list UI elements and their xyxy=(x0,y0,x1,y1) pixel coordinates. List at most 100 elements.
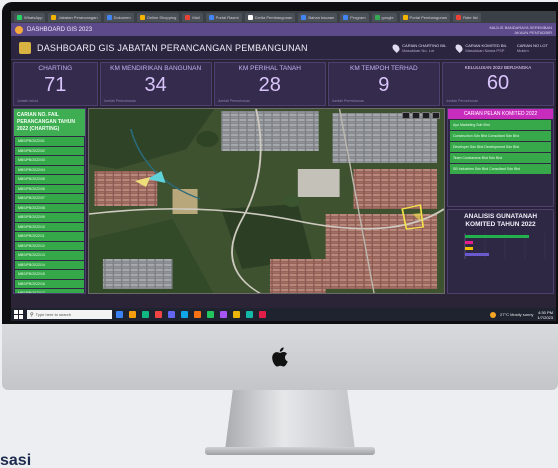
charting-file-label: MBS/PB/2022/04 xyxy=(18,167,45,172)
satellite-map[interactable] xyxy=(88,108,445,294)
fullscreen-icon[interactable] xyxy=(432,112,440,119)
charting-file-row[interactable]: MBS/PB/2022/09 xyxy=(15,213,84,222)
apple-logo-icon xyxy=(272,347,288,367)
komited-list-item[interactable]: Team Contractors Bhd Sdn Bhd xyxy=(450,153,551,163)
charting-file-label: MBS/PB/2022/12 xyxy=(18,243,45,248)
chart-bar[interactable] xyxy=(465,247,473,250)
komited-list-item[interactable]: Construction Sdn Bhd Consultant Sdn Bhd xyxy=(450,131,551,141)
windows-start-icon[interactable] xyxy=(14,310,23,319)
kpi-foot: Jumlah rekod xyxy=(17,99,39,103)
zoom-in-icon[interactable] xyxy=(402,112,410,119)
clock[interactable]: 4:30 PM 1/7/2023 xyxy=(537,310,553,320)
dashboard-title: DASHBOARD GIS JABATAN PERANCANGAN PEMBAN… xyxy=(37,42,308,53)
kpi-label: KM MENDIRIKAN BANGUNAN xyxy=(110,65,202,72)
taskbar-app-icon[interactable] xyxy=(168,311,175,318)
charting-file-row[interactable]: MBS/PB/2022/16 xyxy=(15,279,84,288)
kpi-value: 34 xyxy=(144,74,167,96)
charting-file-row[interactable]: MBS/PB/2022/13 xyxy=(15,251,84,260)
charting-file-row[interactable]: MBS/PB/2022/01 xyxy=(15,137,84,146)
search-icon: ⚲ xyxy=(30,311,34,318)
browser-tab[interactable]: Jabatan Perancangan xyxy=(48,12,101,22)
chart-bar[interactable] xyxy=(465,235,529,238)
browser-tab[interactable]: Program xyxy=(340,12,369,22)
weather-icon[interactable] xyxy=(490,311,497,318)
charting-file-row[interactable]: MBS/PB/2022/11 xyxy=(15,232,84,241)
location-pin-icon xyxy=(454,42,465,53)
page-caption: sasi xyxy=(0,452,32,468)
filter-komited[interactable]: CARIAN KOMITED BIL Masukkan Nama PSP xyxy=(454,42,507,53)
browser-tab[interactable]: Portal Rasmi xyxy=(205,12,242,22)
taskbar-app-icon[interactable] xyxy=(155,311,162,318)
browser-tab[interactable]: Mail xyxy=(182,12,203,22)
kpi-km-perihal-tanah[interactable]: KM PERIHAL TANAH 28 Jumlah Permohonan xyxy=(213,62,326,106)
charting-file-row[interactable]: MBS/PB/2022/06 xyxy=(15,184,84,193)
gis-logo-icon xyxy=(15,25,23,34)
right-panel: CARIAN PELAN KOMITED 2022 Ayu Marketing … xyxy=(447,108,554,294)
filter-charting[interactable]: CARIAN CHARTING BIL Masukkan No. Lot xyxy=(391,42,447,53)
taskbar-app-icon[interactable] xyxy=(259,311,266,318)
taskbar-app-icon[interactable] xyxy=(194,311,201,318)
komited-list-item[interactable]: Developer Sdn Bhd Development Sdn Bhd xyxy=(450,142,551,152)
kpi-km-tempoh-terhad[interactable]: KM TEMPOH TERHAD 9 Jumlah Permohonan xyxy=(327,62,440,106)
map-toolbar xyxy=(402,112,440,119)
filter-label: CARIAN CHARTING BIL xyxy=(402,42,447,48)
browser-tab[interactable]: Bahan bacaan xyxy=(298,12,338,22)
charting-file-row[interactable]: MBS/PB/2022/15 xyxy=(15,270,84,279)
kpi-foot: Jumlah Permohonan xyxy=(103,99,136,103)
tab-label: Portal Rasmi xyxy=(215,14,239,20)
taskbar-app-icon[interactable] xyxy=(181,311,188,318)
tab-favicon-icon xyxy=(301,14,307,20)
land-use-bar-chart xyxy=(464,233,546,259)
filter-value: Masukkan Nama PSP xyxy=(465,47,505,53)
browser-tab[interactable]: google xyxy=(371,12,397,22)
chart-title: ANALISIS GUNATANAH KOMITED TAHUN 2022 xyxy=(463,213,538,228)
browser-tab[interactable]: Online Shopping xyxy=(136,12,180,22)
browser-tab[interactable]: Cerita Pembangunan xyxy=(244,12,296,22)
taskbar-app-icon[interactable] xyxy=(142,311,149,318)
taskbar-search[interactable]: ⚲ Type here to search xyxy=(27,310,112,319)
taskbar-app-icon[interactable] xyxy=(246,311,253,318)
browser-tab[interactable]: Portal Pembangunan xyxy=(399,12,451,22)
browser-tab[interactable]: Rate list xyxy=(453,12,481,22)
komited-list-item[interactable]: SB Industries Sdn Bhd Consultant Sdn Bhd xyxy=(450,164,551,174)
chart-bar[interactable] xyxy=(465,241,473,244)
taskbar-app-icon[interactable] xyxy=(233,311,240,318)
taskbar-app-icon[interactable] xyxy=(116,311,123,318)
taskbar-app-icon[interactable] xyxy=(129,311,136,318)
charting-file-row[interactable]: MBS/PB/2022/05 xyxy=(15,175,84,184)
browser-tab[interactable]: WhatsApp xyxy=(14,12,46,22)
charting-file-row[interactable]: MBS/PB/2022/17 xyxy=(15,289,84,293)
charting-file-row[interactable]: MBS/PB/2022/08 xyxy=(15,203,84,212)
kpi-value: 9 xyxy=(378,74,390,96)
zoom-out-icon[interactable] xyxy=(412,112,420,119)
charting-file-row[interactable]: MBS/PB/2022/04 xyxy=(15,165,84,174)
user-role: AKAUN PENTADBIR xyxy=(514,29,553,35)
browser-tab[interactable]: Dokumen xyxy=(103,12,134,22)
kpi-charting[interactable]: CHARTING 71 Jumlah rekod xyxy=(13,62,98,106)
kpi-label: CHARTING xyxy=(38,65,73,72)
komited-item-label: Team Contractors Bhd Sdn Bhd xyxy=(453,156,503,160)
tab-label: Bahan bacaan xyxy=(308,14,335,20)
weather-text[interactable]: 27°C Mostly sunny xyxy=(500,312,533,317)
system-tray: 27°C Mostly sunny 4:30 PM 1/7/2023 xyxy=(490,310,553,320)
kpi-km-mendirikan-bangunan[interactable]: KM MENDIRIKAN BANGUNAN 34 Jumlah Permoho… xyxy=(99,62,212,106)
taskbar-app-icon[interactable] xyxy=(220,311,227,318)
user-account[interactable]: MAJLIS BANDARAYA SEREMBAN AKAUN PENTADBI… xyxy=(489,25,552,35)
kpi-label: KM TEMPOH TERHAD xyxy=(350,65,418,72)
chart-bar[interactable] xyxy=(465,253,489,256)
satellite-imagery xyxy=(89,109,444,293)
charting-file-row[interactable]: MBS/PB/2022/07 xyxy=(15,194,84,203)
layers-icon[interactable] xyxy=(422,112,430,119)
charting-file-row[interactable]: MBS/PB/2022/14 xyxy=(15,260,84,269)
monitor-stand-neck xyxy=(225,390,355,450)
filter-lot[interactable]: CARIAN NO LOT Mukim xyxy=(517,43,548,53)
kpi-kelulusan-2022[interactable]: KELULUSAN 2022 BERJANGKA 60 Jumlah Permo… xyxy=(441,62,555,106)
charting-file-label: MBS/PB/2022/10 xyxy=(18,224,45,229)
tab-label: Online Shopping xyxy=(146,14,177,20)
charting-file-row[interactable]: MBS/PB/2022/12 xyxy=(15,241,84,250)
charting-file-row[interactable]: MBS/PB/2022/10 xyxy=(15,222,84,231)
charting-file-row[interactable]: MBS/PB/2022/02 xyxy=(15,146,84,155)
komited-list-item[interactable]: Ayu Marketing Sdn Bhd xyxy=(450,120,551,130)
charting-file-row[interactable]: MBS/PB/2022/03 xyxy=(15,156,84,165)
taskbar-app-icon[interactable] xyxy=(207,311,214,318)
